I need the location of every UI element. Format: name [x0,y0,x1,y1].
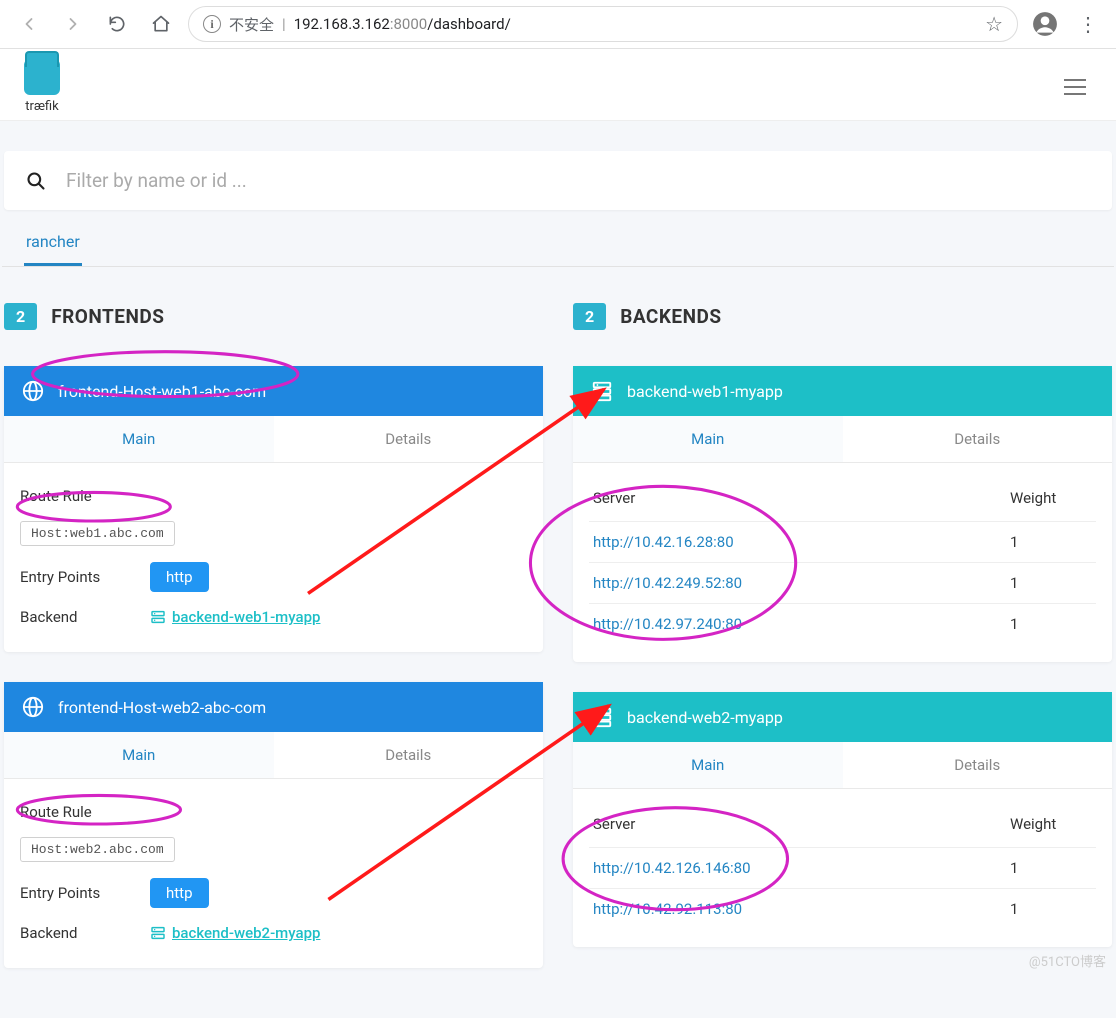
backend-tab-details[interactable]: Details [843,742,1113,788]
backend-name: backend-web2-myapp [627,708,783,727]
frontend-name: frontend-Host-web2-abc-com [58,698,266,717]
backend-link[interactable]: backend-web1-myapp [150,608,320,626]
backend-name: backend-web1-myapp [627,382,783,401]
server-url-link[interactable]: http://10.42.92.113:80 [593,900,742,918]
frontends-count-badge: 2 [4,303,37,330]
url-port: :8000 [390,15,427,33]
provider-tabs: rancher [2,222,1114,267]
browser-menu-button[interactable]: ⋮ [1072,12,1104,36]
backend-tab-main[interactable]: Main [573,742,843,788]
insecure-info-icon: i [203,15,221,33]
watermark: @51CTO博客 [1029,951,1106,970]
frontend-card: frontend-Host-web2-abc-com MainDetails Rou… [4,682,543,968]
route-rule-value: Host:web2.abc.com [20,837,175,862]
frontend-tab-main[interactable]: Main [4,732,274,778]
frontends-title: FRONTENDS [51,305,164,328]
server-row: http://10.42.126.146:80 1 [589,848,1096,889]
frontend-name: frontend-Host-web1-abc-com [58,382,266,401]
server-weight: 1 [1006,522,1096,563]
app-header: træfik [0,49,1116,121]
route-rule-value: Host:web1.abc.com [20,521,175,546]
search-box [4,151,1112,210]
server-table: ServerWeighthttp://10.42.126.146:801http… [589,805,1096,929]
frontend-card-header: frontend-Host-web2-abc-com [4,682,543,732]
traefik-logo[interactable]: træfik [24,59,60,114]
menu-toggle-button[interactable] [1058,73,1092,101]
insecure-label: 不安全 [229,14,274,35]
server-url-link[interactable]: http://10.42.126.146:80 [593,859,751,877]
backend-card-header: backend-web1-myapp [573,366,1112,416]
entry-points-label: Entry Points [20,568,150,586]
logo-label: træfik [25,99,58,114]
server-row: http://10.42.249.52:80 1 [589,563,1096,604]
server-weight: 1 [1006,889,1096,930]
server-col-header: Server [589,805,1006,848]
server-col-header: Server [589,479,1006,522]
server-weight: 1 [1006,604,1096,645]
search-icon [26,171,46,191]
browser-address-bar[interactable]: i 不安全 | 192.168.3.162:8000/dashboard/ ☆ [188,6,1018,42]
route-rule-label: Route Rule [20,487,150,505]
backend-card-header: backend-web2-myapp [573,692,1112,742]
backend-label: Backend [20,924,150,942]
filter-input[interactable] [66,169,1090,192]
url-host: 192.168.3.162 [294,15,390,33]
browser-back-button[interactable] [12,7,46,41]
server-url-link[interactable]: http://10.42.249.52:80 [593,574,742,592]
globe-icon [22,696,44,718]
server-weight: 1 [1006,848,1096,889]
server-icon [591,706,613,728]
entry-points-label: Entry Points [20,884,150,902]
url-path: /dashboard/ [427,15,511,33]
server-row: http://10.42.92.113:80 1 [589,889,1096,930]
weight-col-header: Weight [1006,805,1096,848]
browser-forward-button[interactable] [56,7,90,41]
server-row: http://10.42.16.28:80 1 [589,522,1096,563]
browser-toolbar: i 不安全 | 192.168.3.162:8000/dashboard/ ☆ … [0,0,1116,49]
tab-rancher[interactable]: rancher [24,222,82,266]
route-rule-label: Route Rule [20,803,150,821]
backends-column: 2 BACKENDS backend-web1-myappMainDetails… [573,303,1112,998]
browser-home-button[interactable] [144,7,178,41]
logo-icon [24,59,60,95]
frontend-card: frontend-Host-web1-abc-com MainDetails Rou… [4,366,543,652]
frontend-card-header: frontend-Host-web1-abc-com [4,366,543,416]
backends-title: BACKENDS [620,305,721,328]
backend-tab-main[interactable]: Main [573,416,843,462]
backends-count-badge: 2 [573,303,606,330]
frontend-tab-details[interactable]: Details [274,416,544,462]
server-table: ServerWeighthttp://10.42.16.28:801http:/… [589,479,1096,644]
browser-reload-button[interactable] [100,7,134,41]
server-url-link[interactable]: http://10.42.16.28:80 [593,533,734,551]
frontends-column: 2 FRONTENDS frontend-Host-web1-abc-com Ma… [4,303,543,998]
server-icon [591,380,613,402]
frontend-tab-main[interactable]: Main [4,416,274,462]
backend-card: backend-web2-myapp MainDetails ServerWeigh… [573,692,1112,947]
backend-label: Backend [20,608,150,626]
server-row: http://10.42.97.240:80 1 [589,604,1096,645]
bookmark-star-icon[interactable]: ☆ [985,12,1003,36]
weight-col-header: Weight [1006,479,1096,522]
frontend-tab-details[interactable]: Details [274,732,544,778]
browser-profile-button[interactable] [1028,7,1062,41]
backend-tab-details[interactable]: Details [843,416,1113,462]
backend-link[interactable]: backend-web2-myapp [150,924,320,942]
entry-point-pill: http [150,878,209,908]
server-weight: 1 [1006,563,1096,604]
globe-icon [22,380,44,402]
backend-card: backend-web1-myapp MainDetails ServerWeigh… [573,366,1112,662]
entry-point-pill: http [150,562,209,592]
server-url-link[interactable]: http://10.42.97.240:80 [593,615,742,633]
